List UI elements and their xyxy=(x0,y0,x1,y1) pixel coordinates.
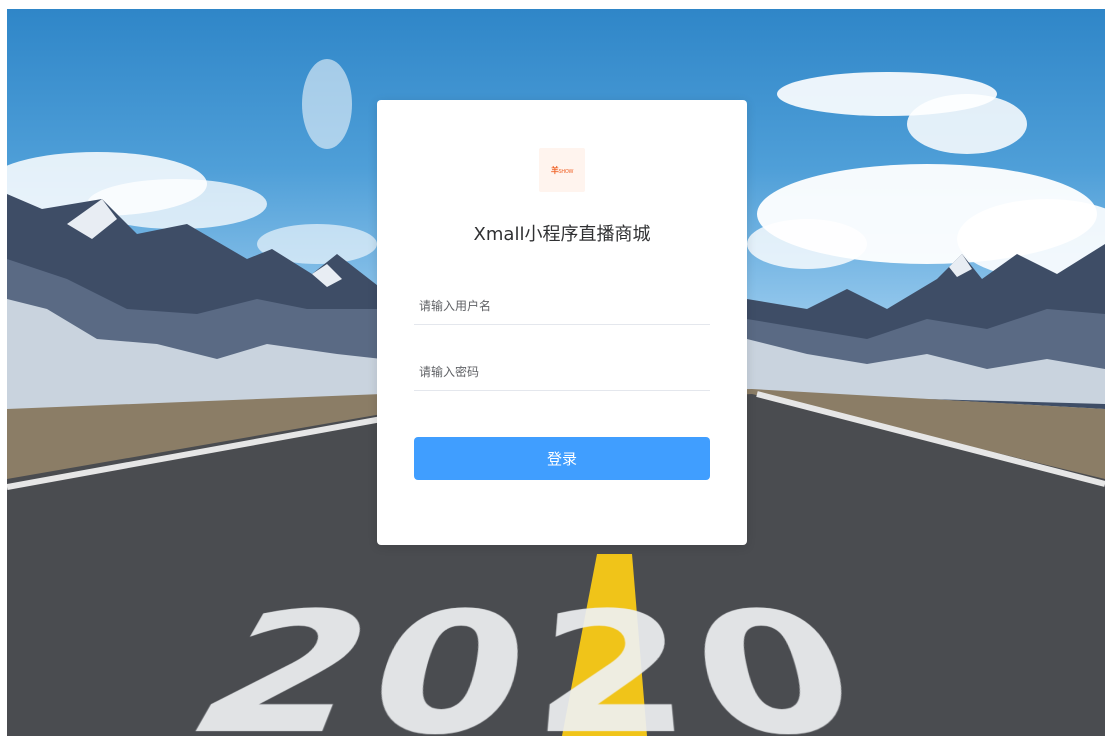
password-input[interactable] xyxy=(414,353,710,391)
username-input[interactable] xyxy=(414,287,710,325)
road-year-text: 2020 xyxy=(157,593,1057,736)
logo-mark: 羊SHOW xyxy=(551,165,573,176)
page-title: Xmall小程序直播商城 xyxy=(377,220,747,246)
login-button[interactable]: 登录 xyxy=(414,437,710,480)
brand-logo: 羊SHOW xyxy=(539,148,585,192)
login-card: 羊SHOW Xmall小程序直播商城 登录 xyxy=(377,100,747,545)
